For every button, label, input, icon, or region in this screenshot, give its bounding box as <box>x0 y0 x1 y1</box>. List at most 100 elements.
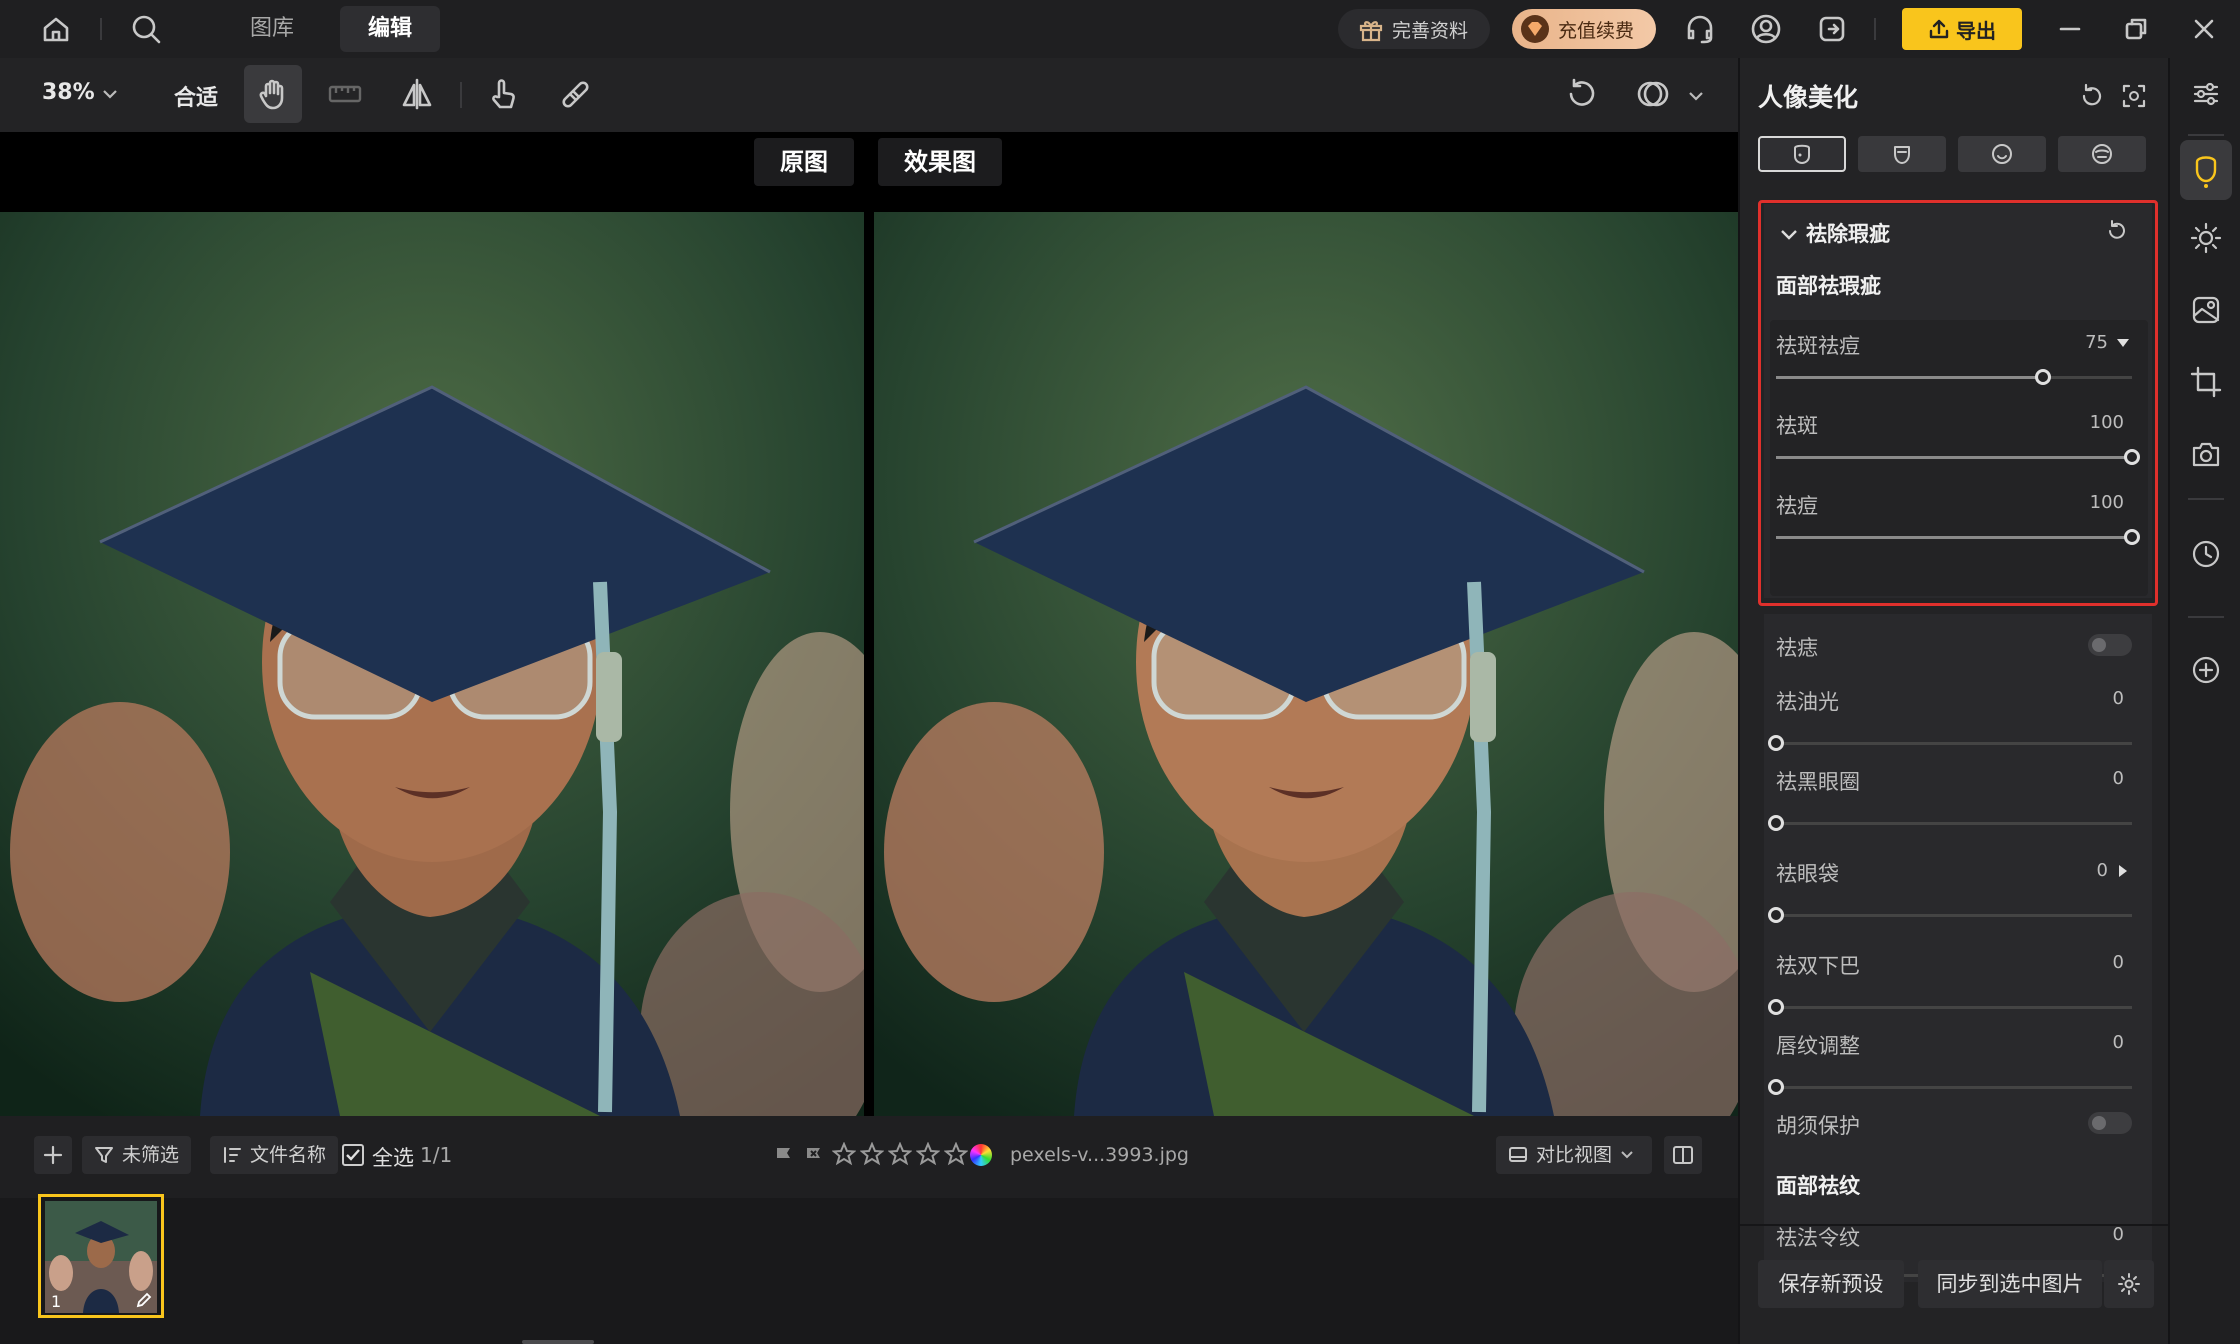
beard-toggle[interactable] <box>2088 1112 2132 1134</box>
section-blemish-title[interactable]: 祛除瑕疵 <box>1806 218 1890 248</box>
slider-knob[interactable] <box>1768 999 1784 1015</box>
tab-library[interactable]: 图库 <box>222 6 322 52</box>
mole-toggle[interactable] <box>2088 634 2132 656</box>
chevron-down-icon[interactable] <box>102 88 118 100</box>
original-photo[interactable] <box>0 212 864 1116</box>
search-icon[interactable] <box>128 11 164 47</box>
headset-icon[interactable] <box>1682 11 1718 47</box>
slider-value[interactable]: 0 <box>2113 952 2124 973</box>
sort-button[interactable]: 文件名称 <box>210 1136 339 1174</box>
slider-value[interactable]: 75 <box>2085 332 2108 353</box>
portrait-tool-icon[interactable] <box>2180 140 2232 200</box>
history-icon[interactable] <box>2180 528 2232 580</box>
eraser-tool[interactable] <box>546 65 604 123</box>
star-icon[interactable] <box>944 1142 968 1166</box>
slider-value[interactable]: 100 <box>2090 492 2124 513</box>
tab-blemish[interactable] <box>1758 136 1846 172</box>
flip-tool[interactable] <box>388 65 446 123</box>
save-preset-button[interactable]: 保存新预设 <box>1758 1260 1904 1308</box>
slider-knob[interactable] <box>1768 907 1784 923</box>
reject-flag-icon[interactable] <box>804 1146 824 1166</box>
view-mode-dropdown[interactable]: 对比视图 <box>1496 1136 1652 1174</box>
slider-track[interactable] <box>1768 735 2132 751</box>
select-all-label[interactable]: 全选 <box>372 1142 414 1172</box>
beard-toggle-row[interactable]: 胡须保护 <box>1776 1110 2132 1142</box>
caret-down-icon[interactable] <box>2116 338 2130 348</box>
adjust-sliders-icon[interactable] <box>2180 68 2232 120</box>
filmstrip-scrollbar[interactable] <box>522 1340 594 1344</box>
effect-label[interactable]: 效果图 <box>878 138 1002 186</box>
sync-button[interactable]: 同步到选中图片 <box>1918 1260 2102 1308</box>
reset-tool[interactable] <box>1552 65 1610 123</box>
slider-track[interactable] <box>1776 529 2140 545</box>
slider-spot[interactable]: 祛斑 100 <box>1776 410 2140 470</box>
flag-icon[interactable] <box>774 1146 794 1166</box>
slider-knob[interactable] <box>1768 1079 1784 1095</box>
color-label-icon[interactable] <box>970 1144 992 1166</box>
filter-button[interactable]: 未筛选 <box>82 1136 192 1174</box>
tab-face-shape[interactable] <box>1858 136 1946 172</box>
slider-knob[interactable] <box>1768 735 1784 751</box>
slider-acne[interactable]: 祛痘 100 <box>1776 490 2140 550</box>
slider-track[interactable] <box>1768 907 2132 923</box>
slider-value[interactable]: 0 <box>2113 1032 2124 1053</box>
ruler-tool[interactable] <box>316 65 374 123</box>
recharge-button[interactable]: 充值续费 <box>1512 9 1656 49</box>
crop-icon[interactable] <box>2180 356 2232 408</box>
slider-value[interactable]: 100 <box>2090 412 2124 433</box>
slider-double-chin[interactable]: 祛双下巴 0 <box>1768 950 2132 1015</box>
light-icon[interactable] <box>2180 212 2232 264</box>
compare-tool[interactable] <box>1624 65 1682 123</box>
export-button[interactable]: 导出 <box>1902 8 2022 50</box>
slider-value[interactable]: 0 <box>2097 860 2108 881</box>
complete-profile-button[interactable]: 完善资料 <box>1338 9 1490 49</box>
slider-value[interactable]: 0 <box>2113 1224 2124 1245</box>
chevron-down-icon[interactable] <box>1688 90 1704 102</box>
split-view-button[interactable] <box>1664 1136 1702 1174</box>
tab-features[interactable] <box>1958 136 2046 172</box>
add-button[interactable] <box>34 1136 72 1174</box>
slider-value[interactable]: 0 <box>2113 688 2124 709</box>
add-tool-icon[interactable] <box>2180 644 2232 696</box>
star-icon[interactable] <box>888 1142 912 1166</box>
slider-knob[interactable] <box>1768 815 1784 831</box>
slider-eye-bags[interactable]: 祛眼袋 0 <box>1768 858 2132 923</box>
star-icon[interactable] <box>832 1142 856 1166</box>
slider-track[interactable] <box>1776 369 2132 385</box>
chevron-down-icon[interactable] <box>1780 228 1798 242</box>
home-icon[interactable] <box>38 11 74 47</box>
camera-icon[interactable] <box>2180 428 2232 480</box>
sync-settings-button[interactable] <box>2104 1260 2154 1308</box>
slider-spot-acne[interactable]: 祛斑祛痘 75 <box>1776 330 2132 390</box>
touch-tool[interactable] <box>474 65 532 123</box>
slider-oil[interactable]: 祛油光 0 <box>1768 686 2132 751</box>
close-icon[interactable] <box>2186 11 2222 47</box>
logout-icon[interactable] <box>1814 11 1850 47</box>
image-adjust-icon[interactable] <box>2180 284 2232 336</box>
zoom-level[interactable]: 38% <box>42 80 95 105</box>
minimize-icon[interactable] <box>2052 11 2088 47</box>
tab-edit[interactable]: 编辑 <box>340 6 441 52</box>
caret-right-icon[interactable] <box>2118 864 2128 878</box>
original-label[interactable]: 原图 <box>754 138 854 186</box>
mole-toggle-row[interactable]: 祛痣 <box>1776 632 2132 664</box>
section-reset-icon[interactable] <box>2104 218 2130 244</box>
face-detect-icon[interactable] <box>2120 82 2148 110</box>
slider-knob[interactable] <box>2035 369 2051 385</box>
thumbnail[interactable]: 1 <box>38 1194 164 1318</box>
slider-lip-lines[interactable]: 唇纹调整 0 <box>1768 1030 2132 1095</box>
star-icon[interactable] <box>860 1142 884 1166</box>
star-icon[interactable] <box>916 1142 940 1166</box>
fit-button[interactable]: 合适 <box>174 80 218 112</box>
rating-stars[interactable] <box>832 1142 968 1166</box>
hand-tool[interactable] <box>244 65 302 123</box>
effect-photo[interactable] <box>874 212 1738 1116</box>
tab-makeup[interactable] <box>2058 136 2146 172</box>
slider-track[interactable] <box>1776 449 2140 465</box>
select-all-checkbox[interactable] <box>342 1144 364 1166</box>
slider-value[interactable]: 0 <box>2113 768 2124 789</box>
user-icon[interactable] <box>1748 11 1784 47</box>
slider-knob[interactable] <box>2124 449 2140 465</box>
slider-track[interactable] <box>1768 815 2132 831</box>
slider-knob[interactable] <box>2124 529 2140 545</box>
